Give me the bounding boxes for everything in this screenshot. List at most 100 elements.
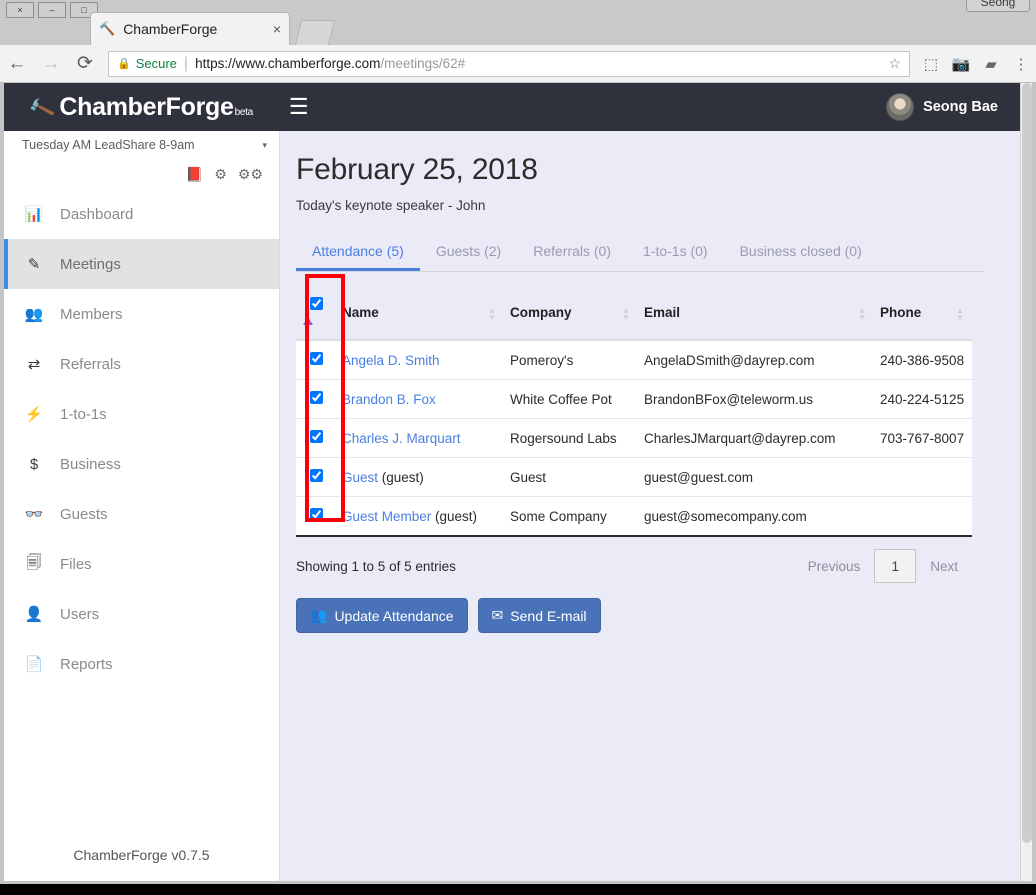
- row-checkbox[interactable]: [310, 352, 323, 365]
- gear-icon[interactable]: ⚙: [214, 166, 227, 183]
- row-checkbox[interactable]: [310, 430, 323, 443]
- table-head: Name ▲▼ Company ▲▼ Email ▲▼: [296, 288, 972, 340]
- pagination-page-1[interactable]: 1: [874, 549, 916, 583]
- sidebar-item-users[interactable]: 👤 Users: [4, 589, 279, 639]
- dollar-icon: $: [8, 456, 60, 473]
- book-icon[interactable]: 📕: [186, 166, 203, 183]
- group-selector[interactable]: Tuesday AM LeadShare 8-9am ▾: [4, 131, 279, 159]
- cell-company: Pomeroy's: [504, 340, 638, 380]
- browser-tab-strip: × – □ 🔨 ChamberForge × Seong: [0, 0, 1036, 45]
- footer-version: ChamberForge v0.7.5: [4, 847, 279, 863]
- select-all-checkbox[interactable]: [310, 297, 323, 310]
- cell-phone: 240-224-5125: [874, 380, 972, 419]
- close-icon[interactable]: ×: [273, 21, 281, 37]
- app-navbar: 🔨 ChamberForge beta ☰ Seong Bae: [4, 83, 1020, 131]
- cell-email: AngelaDSmith@dayrep.com: [638, 340, 874, 380]
- member-link[interactable]: Guest: [342, 470, 378, 485]
- window-minimize-button[interactable]: –: [38, 2, 66, 18]
- update-attendance-button[interactable]: 👥 Update Attendance: [296, 598, 468, 633]
- bookmark-star-icon[interactable]: ☆: [888, 55, 901, 72]
- brand-logo[interactable]: 🔨 ChamberForge beta: [30, 93, 253, 122]
- browser-tab-title: ChamberForge: [123, 21, 273, 37]
- action-buttons: 👥 Update Attendance ✉ Send E-mail: [296, 598, 984, 633]
- sidebar-item-guests[interactable]: 👓 Guests: [4, 489, 279, 539]
- avatar: [886, 93, 914, 121]
- column-header-name[interactable]: Name ▲▼: [336, 288, 504, 340]
- sidebar-item-label: 1-to-1s: [60, 406, 107, 423]
- cogs-icon[interactable]: ⚙⚙: [238, 166, 263, 183]
- row-select-cell[interactable]: [296, 419, 336, 458]
- row-select-cell[interactable]: [296, 340, 336, 380]
- column-header-label: Company: [510, 305, 572, 320]
- tab-guests[interactable]: Guests (2): [420, 234, 517, 271]
- send-email-button[interactable]: ✉ Send E-mail: [478, 598, 601, 633]
- table-row: Brandon B. Fox White Coffee Pot BrandonB…: [296, 380, 972, 419]
- sort-icon: ▲▼: [956, 307, 964, 321]
- secure-label: Secure: [136, 56, 177, 71]
- column-header-phone[interactable]: Phone ▲▼: [874, 288, 972, 340]
- row-checkbox[interactable]: [310, 508, 323, 521]
- row-select-cell[interactable]: [296, 497, 336, 537]
- member-link[interactable]: Guest Member: [342, 509, 431, 524]
- sidebar-item-1to1s[interactable]: ⚡ 1-to-1s: [4, 389, 279, 439]
- tab-attendance[interactable]: Attendance (5): [296, 234, 420, 271]
- sidebar-item-dashboard[interactable]: 📊 Dashboard: [4, 189, 279, 239]
- cell-email: BrandonBFox@teleworm.us: [638, 380, 874, 419]
- menu-icon[interactable]: ⋮: [1006, 47, 1036, 81]
- column-header-company[interactable]: Company ▲▼: [504, 288, 638, 340]
- document-icon: 📄: [8, 655, 60, 673]
- sidebar-item-reports[interactable]: 📄 Reports: [4, 639, 279, 689]
- cell-name: Brandon B. Fox: [336, 380, 504, 419]
- column-header-select[interactable]: [296, 288, 336, 340]
- tab-business-closed[interactable]: Business closed (0): [724, 234, 878, 271]
- window-close-button[interactable]: ×: [6, 2, 34, 18]
- sidebar-item-business[interactable]: $ Business: [4, 439, 279, 489]
- reload-icon[interactable]: ⟳: [68, 47, 102, 81]
- member-link[interactable]: Angela D. Smith: [342, 353, 440, 368]
- capture-region-icon[interactable]: ⬚: [916, 47, 946, 81]
- sidebar-item-label: Members: [60, 306, 123, 323]
- url-path: /meetings/62#: [380, 56, 465, 71]
- pencil-icon: ✎: [8, 255, 60, 273]
- table-row: Guest Member (guest) Some Company guest@…: [296, 497, 972, 537]
- hamburger-icon[interactable]: ☰: [289, 96, 309, 118]
- attendance-table: Name ▲▼ Company ▲▼ Email ▲▼: [296, 288, 972, 537]
- page-scrollbar[interactable]: [1020, 83, 1032, 881]
- member-link[interactable]: Brandon B. Fox: [342, 392, 436, 407]
- screencast-icon[interactable]: ▰: [976, 47, 1006, 81]
- envelope-icon: ✉: [492, 607, 504, 624]
- table-row: Angela D. Smith Pomeroy's AngelaDSmith@d…: [296, 340, 972, 380]
- browser-tab[interactable]: 🔨 ChamberForge ×: [90, 12, 290, 45]
- pagination-previous[interactable]: Previous: [794, 559, 875, 574]
- sidebar-item-files[interactable]: 🗐 Files: [4, 539, 279, 589]
- user-name: Seong Bae: [923, 99, 998, 115]
- back-icon[interactable]: ←: [0, 47, 34, 81]
- sidebar-item-label: Reports: [60, 656, 113, 673]
- camera-icon[interactable]: 📷: [946, 47, 976, 81]
- page-title: February 25, 2018: [296, 153, 984, 187]
- seong-partial-button[interactable]: Seong: [966, 0, 1030, 12]
- row-select-cell[interactable]: [296, 458, 336, 497]
- row-checkbox[interactable]: [310, 469, 323, 482]
- sidebar-item-label: Guests: [60, 506, 108, 523]
- table-row: Charles J. Marquart Rogersound Labs Char…: [296, 419, 972, 458]
- member-link[interactable]: Charles J. Marquart: [342, 431, 461, 446]
- user-menu[interactable]: Seong Bae: [886, 93, 998, 121]
- button-label: Update Attendance: [334, 608, 453, 624]
- row-checkbox[interactable]: [310, 391, 323, 404]
- scrollbar-thumb[interactable]: [1022, 83, 1032, 843]
- address-bar[interactable]: 🔒 Secure | https://www.chamberforge.com/…: [108, 51, 910, 77]
- new-tab-button[interactable]: [295, 20, 335, 45]
- tab-referrals[interactable]: Referrals (0): [517, 234, 627, 271]
- sidebar-item-members[interactable]: 👥 Members: [4, 289, 279, 339]
- browser-window: × – □ 🔨 ChamberForge × Seong ← → ⟳ 🔒 Sec…: [0, 0, 1036, 884]
- tab-1to1s[interactable]: 1-to-1s (0): [627, 234, 724, 271]
- column-header-email[interactable]: Email ▲▼: [638, 288, 874, 340]
- forward-icon[interactable]: →: [34, 47, 68, 81]
- sidebar-item-meetings[interactable]: ✎ Meetings: [4, 239, 279, 289]
- sidebar-item-referrals[interactable]: ⇄ Referrals: [4, 339, 279, 389]
- name-suffix: (guest): [378, 470, 424, 485]
- row-select-cell[interactable]: [296, 380, 336, 419]
- bolt-icon: ⚡: [8, 405, 60, 423]
- pagination-next[interactable]: Next: [916, 559, 972, 574]
